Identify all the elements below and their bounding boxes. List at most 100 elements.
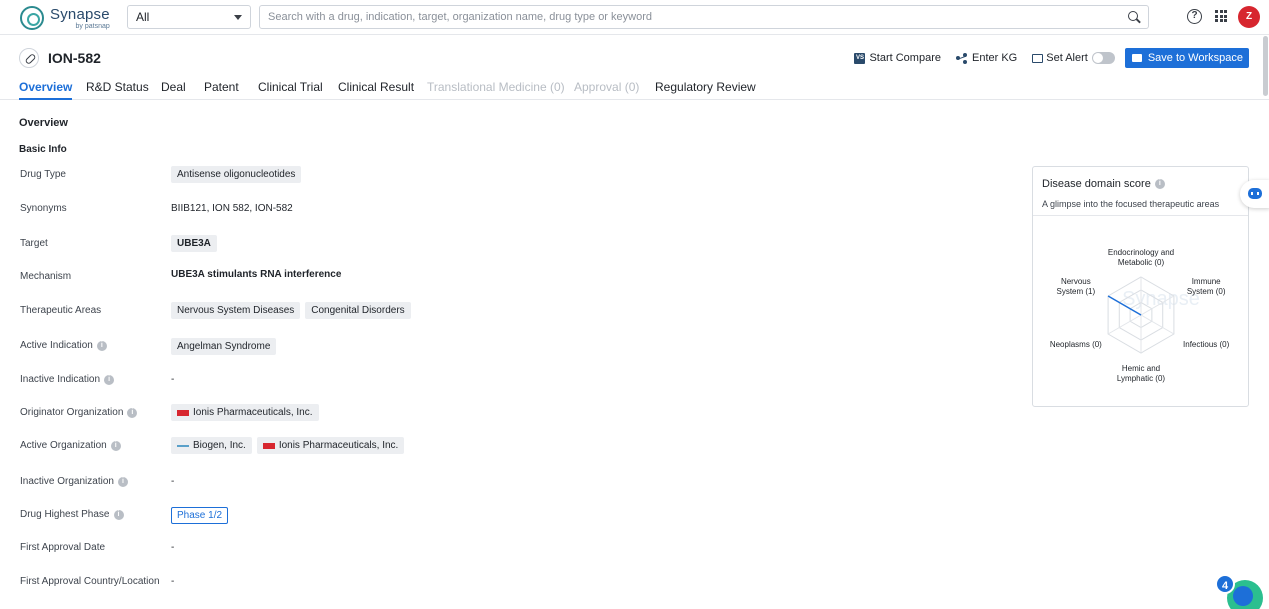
organization-tag[interactable]: Ionis Pharmaceuticals, Inc. bbox=[257, 437, 405, 454]
inactive-indication-label-text: Inactive Indication bbox=[20, 374, 100, 385]
search-input[interactable] bbox=[268, 11, 1068, 23]
originator-org-value: Ionis Pharmaceuticals, Inc. bbox=[171, 404, 324, 421]
info-icon[interactable]: i bbox=[104, 375, 114, 385]
highest-phase-value: Phase 1/2 bbox=[171, 507, 228, 524]
inactive-org-label: Inactive Organization i bbox=[20, 476, 128, 487]
active-indication-label: Active Indication i bbox=[20, 340, 107, 351]
inactive-org-label-text: Inactive Organization bbox=[20, 476, 114, 487]
tab-regulatory-review[interactable]: Regulatory Review bbox=[655, 80, 756, 100]
organization-name: Biogen, Inc. bbox=[193, 440, 246, 451]
info-icon[interactable]: i bbox=[118, 477, 128, 487]
disease-radar-chart: SynapseEndocrinology andMetabolic (0)Imm… bbox=[1033, 217, 1248, 405]
start-compare-button[interactable]: VS Start Compare bbox=[854, 52, 941, 64]
target-value: UBE3A bbox=[171, 235, 222, 252]
page-scrollbar[interactable] bbox=[1263, 36, 1268, 96]
first-approval-country-label: First Approval Country/Location bbox=[20, 576, 160, 587]
info-icon[interactable]: i bbox=[111, 441, 121, 451]
disease-domain-score-card: Disease domain score i A glimpse into th… bbox=[1032, 166, 1249, 407]
chevron-down-icon bbox=[234, 15, 242, 20]
phase-badge: Phase 1/2 bbox=[171, 507, 228, 524]
radar-axis-label: Nervous bbox=[1061, 277, 1091, 286]
drug-pill-icon bbox=[19, 48, 39, 68]
inactive-org-value: - bbox=[171, 476, 174, 487]
knowledge-graph-icon bbox=[956, 53, 968, 63]
first-approval-country-value: - bbox=[171, 576, 174, 587]
tab-translational-medicine[interactable]: Translational Medicine (0) bbox=[427, 80, 565, 100]
alert-icon bbox=[1032, 54, 1043, 63]
tab-approval[interactable]: Approval (0) bbox=[574, 80, 639, 100]
save-to-workspace-label: Save to Workspace bbox=[1148, 52, 1243, 64]
target-tag[interactable]: UBE3A bbox=[171, 235, 217, 252]
drug-type-value: Antisense oligonucleotides bbox=[171, 166, 306, 183]
search-scope-select[interactable]: All bbox=[127, 5, 251, 29]
basic-info-title: Basic Info bbox=[19, 144, 67, 155]
drug-type-tag[interactable]: Antisense oligonucleotides bbox=[171, 166, 301, 183]
header-actions: VS Start Compare Enter KG Set Alert Save… bbox=[839, 48, 1249, 68]
target-label: Target bbox=[20, 238, 48, 249]
ionis-logo bbox=[263, 443, 275, 449]
tab-clinical-trial[interactable]: Clinical Trial bbox=[258, 80, 323, 100]
organization-tag[interactable]: Biogen, Inc. bbox=[171, 437, 252, 454]
search-icon[interactable] bbox=[1128, 11, 1140, 23]
radar-axis-label: Endocrinology and bbox=[1108, 248, 1174, 257]
mechanism-value: UBE3A stimulants RNA interference bbox=[171, 269, 341, 280]
active-indication-value: Angelman Syndrome bbox=[171, 338, 281, 355]
info-icon[interactable]: i bbox=[127, 408, 137, 418]
radar-axis-label: System (1) bbox=[1057, 287, 1096, 296]
radar-axis-label: System (0) bbox=[1187, 287, 1226, 296]
score-card-title: Disease domain score i bbox=[1042, 178, 1165, 190]
search-box bbox=[259, 5, 1149, 29]
user-avatar[interactable]: Z bbox=[1238, 6, 1260, 28]
therapeutic-areas-value: Nervous System Diseases Congenital Disor… bbox=[171, 302, 416, 319]
enter-kg-button[interactable]: Enter KG bbox=[956, 52, 1017, 64]
info-icon[interactable]: i bbox=[97, 341, 107, 351]
info-icon[interactable]: i bbox=[1155, 179, 1165, 189]
synonyms-value: BIIB121, ION 582, ION-582 bbox=[171, 203, 293, 214]
radar-axis-label: Infectious (0) bbox=[1183, 340, 1230, 349]
info-icon[interactable]: i bbox=[114, 510, 124, 520]
search-scope-value: All bbox=[136, 10, 149, 24]
active-indication-label-text: Active Indication bbox=[20, 340, 93, 351]
logo-byline: by patsnap bbox=[50, 23, 110, 30]
radar-axis-label: Metabolic (0) bbox=[1118, 258, 1165, 267]
set-alert-toggle[interactable] bbox=[1092, 52, 1115, 64]
synapse-logo[interactable]: Synapse by patsnap bbox=[20, 6, 110, 30]
tab-deal[interactable]: Deal bbox=[161, 80, 186, 100]
divider bbox=[1033, 215, 1248, 216]
logo-name: Synapse bbox=[50, 7, 110, 22]
synonyms-label: Synonyms bbox=[20, 203, 67, 214]
mechanism-label: Mechanism bbox=[20, 271, 71, 282]
help-icon[interactable]: ? bbox=[1187, 9, 1202, 24]
organization-name: Ionis Pharmaceuticals, Inc. bbox=[279, 440, 399, 451]
tab-rd-status[interactable]: R&D Status bbox=[86, 80, 149, 100]
organization-tag[interactable]: Ionis Pharmaceuticals, Inc. bbox=[171, 404, 319, 421]
highest-phase-label: Drug Highest Phase i bbox=[20, 509, 124, 520]
indication-tag[interactable]: Angelman Syndrome bbox=[171, 338, 276, 355]
apps-grid-icon[interactable] bbox=[1215, 10, 1227, 22]
tab-overview[interactable]: Overview bbox=[19, 80, 72, 100]
workspace-icon bbox=[1132, 54, 1142, 62]
tab-bar: Overview R&D Status Deal Patent Clinical… bbox=[0, 80, 1269, 100]
therapeutic-area-tag[interactable]: Nervous System Diseases bbox=[171, 302, 300, 319]
tab-patent[interactable]: Patent bbox=[204, 80, 239, 100]
radar-axis-label: Lymphatic (0) bbox=[1117, 374, 1166, 383]
top-bar: Synapse by patsnap All ? Z bbox=[0, 0, 1269, 35]
ionis-logo bbox=[177, 410, 189, 416]
assistant-bot-icon[interactable] bbox=[1240, 180, 1269, 208]
score-card-subtitle: A glimpse into the focused therapeutic a… bbox=[1042, 199, 1219, 209]
page-title: ION-582 bbox=[48, 50, 101, 66]
notification-count-badge: 4 bbox=[1215, 574, 1235, 594]
tab-clinical-result[interactable]: Clinical Result bbox=[338, 80, 414, 100]
therapeutic-area-tag[interactable]: Congenital Disorders bbox=[305, 302, 410, 319]
drug-type-label: Drug Type bbox=[20, 169, 66, 180]
therapeutic-areas-label: Therapeutic Areas bbox=[20, 305, 101, 316]
highest-phase-label-text: Drug Highest Phase bbox=[20, 509, 110, 520]
inactive-indication-label: Inactive Indication i bbox=[20, 374, 114, 385]
save-to-workspace-button[interactable]: Save to Workspace bbox=[1125, 48, 1249, 68]
originator-org-label-text: Originator Organization bbox=[20, 407, 123, 418]
biogen-logo bbox=[177, 445, 189, 447]
inactive-indication-value: - bbox=[171, 374, 174, 385]
organization-name: Ionis Pharmaceuticals, Inc. bbox=[193, 407, 313, 418]
synapse-logo-icon bbox=[20, 6, 44, 30]
originator-org-label: Originator Organization i bbox=[20, 407, 137, 418]
